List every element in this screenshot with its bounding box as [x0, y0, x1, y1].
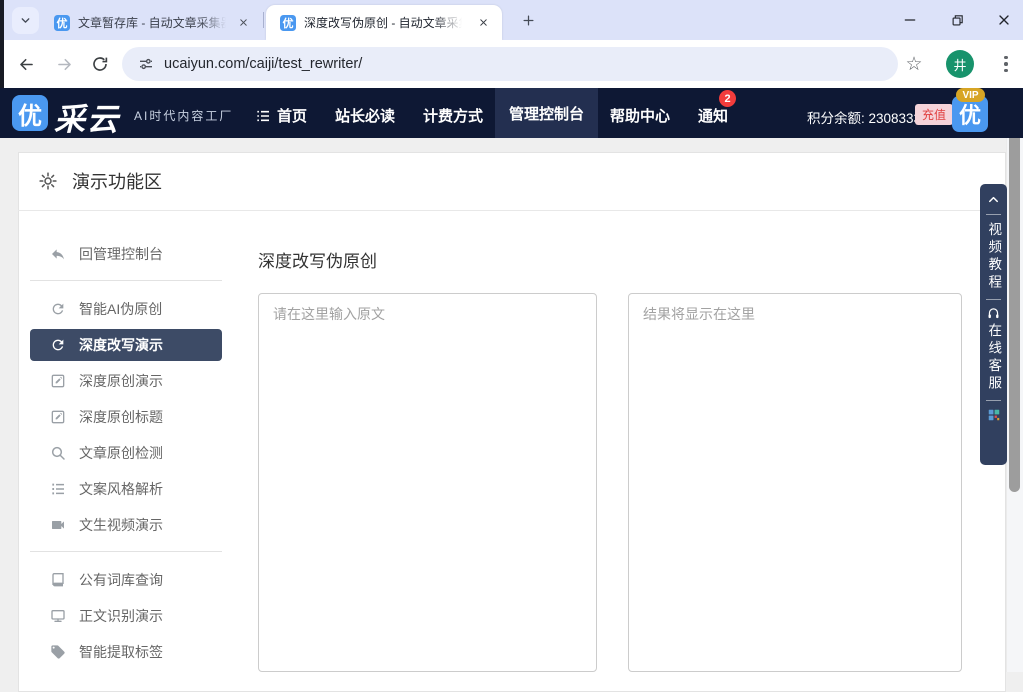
sidebar-item-body-recognition[interactable]: 正文识别演示	[30, 598, 222, 634]
edit-icon	[50, 409, 66, 425]
nav-item-must-read[interactable]: 站长必读	[335, 105, 395, 126]
arrow-right-icon	[55, 55, 74, 74]
tab-favicon: 优	[280, 15, 296, 31]
tab-search-button[interactable]	[12, 7, 39, 34]
panel-divider	[986, 299, 1001, 300]
sidebar-item-text-to-video[interactable]: 文生视频演示	[30, 507, 222, 543]
floating-side-panel: 视频教程 在线客服	[980, 184, 1007, 465]
plus-icon	[521, 13, 536, 28]
sidebar-item-deep-original-demo[interactable]: 深度原创演示	[30, 363, 222, 399]
reply-icon	[50, 246, 66, 262]
close-icon	[478, 17, 489, 28]
sidebar-item-style-analysis[interactable]: 文案风格解析	[30, 471, 222, 507]
sidebar-item-ai-rewrite[interactable]: 智能AI伪原创	[30, 291, 222, 327]
edit-icon	[50, 373, 66, 389]
browser-menu-button[interactable]	[997, 54, 1015, 74]
sidebar-item-tag-extraction[interactable]: 智能提取标签	[30, 634, 222, 670]
minimize-icon	[902, 12, 918, 28]
window-close-button[interactable]	[991, 10, 1017, 30]
window-restore-button[interactable]	[944, 10, 970, 30]
forward-button[interactable]	[52, 52, 76, 76]
headset-icon	[987, 307, 1000, 320]
sidebar-item-originality-check[interactable]: 文章原创检测	[30, 435, 222, 471]
tab-close-button[interactable]	[475, 14, 492, 31]
list-icon	[255, 108, 271, 124]
sidebar-item-public-lexicon[interactable]: 公有词库查询	[30, 562, 222, 598]
page-title: 演示功能区	[72, 168, 162, 194]
back-button[interactable]	[14, 52, 38, 76]
source-text-input[interactable]	[258, 293, 597, 672]
sidebar-divider	[30, 551, 222, 552]
search-icon	[50, 445, 66, 461]
tab-separator	[263, 12, 264, 28]
chevron-down-icon	[19, 14, 32, 27]
refresh-icon	[50, 337, 66, 353]
restore-icon	[950, 13, 965, 28]
reload-icon	[91, 55, 109, 73]
bookmark-star-button[interactable]: ☆	[903, 53, 925, 75]
sidebar-divider	[30, 280, 222, 281]
nav-item-home[interactable]: 首页	[255, 105, 307, 126]
recharge-button[interactable]: 充值	[915, 104, 953, 125]
tab-favicon: 优	[54, 15, 70, 31]
sidebar-item-deep-rewrite-demo-active[interactable]: 深度改写演示	[30, 329, 222, 361]
notification-badge: 2	[719, 90, 736, 107]
site-logo[interactable]: 优	[12, 95, 48, 131]
book-icon	[50, 572, 66, 588]
sidebar-item-back-to-console[interactable]: 回管理控制台	[30, 236, 222, 272]
panel-collapse-button[interactable]	[986, 192, 1001, 207]
close-icon	[238, 17, 249, 28]
site-logo-name[interactable]: 采云	[54, 94, 120, 139]
close-icon	[996, 12, 1012, 28]
site-tagline: AI时代内容工厂	[134, 107, 233, 124]
panel-divider	[986, 214, 1001, 215]
nav-item-pricing[interactable]: 计费方式	[423, 105, 483, 126]
browser-tab-2-active[interactable]: 优 深度改写伪原创 - 自动文章采集	[266, 5, 502, 40]
video-tutorial-button[interactable]: 视频教程	[987, 222, 1001, 292]
browser-tab-1[interactable]: 优 文章暂存库 - 自动文章采集器-	[44, 5, 262, 40]
panel-divider	[986, 400, 1001, 401]
tab-title: 深度改写伪原创 - 自动文章采集	[304, 14, 462, 31]
refresh-icon	[50, 301, 66, 317]
result-output-box: 结果将显示在这里	[628, 293, 962, 672]
video-icon	[50, 517, 66, 533]
arrow-left-icon	[17, 55, 36, 74]
browser-profile-avatar[interactable]: 井	[946, 50, 974, 78]
gear-icon	[38, 171, 58, 191]
tab-title: 文章暂存库 - 自动文章采集器-	[78, 14, 226, 31]
tag-icon	[50, 644, 66, 660]
section-title: 深度改写伪原创	[258, 247, 377, 272]
new-tab-button[interactable]	[517, 9, 539, 31]
nav-item-notifications[interactable]: 通知	[698, 105, 728, 126]
demo-sidebar: 回管理控制台 智能AI伪原创 深度改写演示 深度原创演示 深度原创标题 文章原创…	[30, 236, 222, 670]
tune-icon[interactable]	[138, 56, 154, 72]
url-text[interactable]: ucaiyun.com/caiji/test_rewriter/	[164, 56, 362, 72]
online-service-button[interactable]: 在线客服	[987, 323, 1001, 393]
chevron-up-icon	[986, 192, 1001, 207]
reload-button[interactable]	[88, 52, 112, 76]
vip-badge: VIP	[956, 88, 985, 102]
points-balance: 积分余额: 2308333	[807, 107, 921, 127]
monitor-icon	[50, 608, 66, 624]
sidebar-item-deep-original-title[interactable]: 深度原创标题	[30, 399, 222, 435]
scrollbar-thumb[interactable]	[1009, 107, 1020, 492]
nav-item-admin-console-active[interactable]: 管理控制台	[495, 88, 598, 138]
card-header: 演示功能区	[18, 152, 1006, 211]
nav-item-help-center[interactable]: 帮助中心	[610, 105, 670, 126]
window-minimize-button[interactable]	[897, 10, 923, 30]
qr-code-icon[interactable]	[987, 408, 1001, 422]
tab-close-button[interactable]	[235, 14, 252, 31]
address-bar[interactable]: ucaiyun.com/caiji/test_rewriter/	[122, 47, 898, 81]
list-ol-icon	[50, 481, 66, 497]
window-edge	[0, 0, 4, 88]
